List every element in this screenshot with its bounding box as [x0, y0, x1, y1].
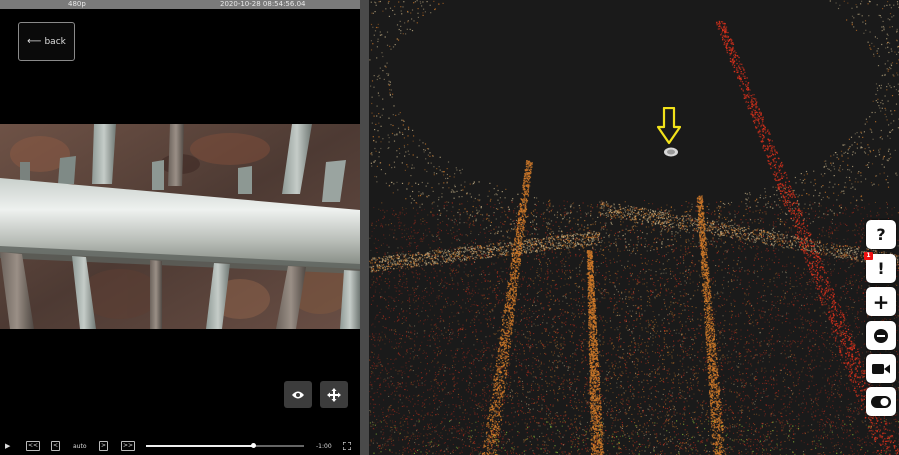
- video-camera-icon: [872, 363, 890, 374]
- seek-handle[interactable]: [250, 443, 256, 448]
- pointcloud-viewer[interactable]: [369, 0, 899, 455]
- video-pane: 480p 2020-10-28 08:54:56.04 ⟵ back ▶ << …: [0, 0, 360, 455]
- move-button[interactable]: [320, 381, 348, 408]
- playback-controls: ▶ << < auto > >> -1:00: [0, 437, 360, 455]
- seek-progress: [146, 445, 254, 447]
- alerts-label: !: [877, 259, 885, 278]
- eye-toggle-button[interactable]: [284, 381, 312, 408]
- fullscreen-button[interactable]: [343, 441, 351, 451]
- step-back-button[interactable]: <: [51, 441, 61, 451]
- help-button[interactable]: ?: [866, 220, 896, 249]
- app-root: 480p 2020-10-28 08:54:56.04 ⟵ back ▶ << …: [0, 0, 899, 455]
- minus-circle-icon: [874, 328, 888, 343]
- timestamp-label: 2020-10-28 08:54:56.04: [220, 0, 306, 8]
- toggle-button[interactable]: [866, 387, 896, 416]
- toggle-icon: [871, 395, 891, 408]
- video-info-bar: 480p 2020-10-28 08:54:56.04: [0, 0, 360, 9]
- pointcloud-canvas[interactable]: [369, 0, 899, 455]
- time-remaining: -1:00: [316, 442, 332, 450]
- zoom-out-button[interactable]: [866, 321, 896, 350]
- alerts-button[interactable]: ! 1: [864, 252, 896, 283]
- resolution-label: 480p: [68, 0, 86, 8]
- skip-forward-button[interactable]: >>: [121, 441, 136, 451]
- skip-back-button[interactable]: <<: [26, 441, 41, 451]
- video-frame: [0, 124, 360, 329]
- seek-bar[interactable]: [146, 443, 304, 448]
- arrow-left-icon: ⟵: [27, 36, 42, 47]
- camera-button[interactable]: [866, 354, 896, 383]
- step-forward-button[interactable]: >: [99, 441, 109, 451]
- alerts-count-badge: 1: [864, 252, 873, 260]
- fullscreen-icon: [343, 442, 351, 450]
- back-button[interactable]: ⟵ back: [18, 22, 75, 61]
- back-label: back: [44, 36, 66, 47]
- eye-icon: [292, 391, 304, 398]
- quality-selector[interactable]: auto: [73, 441, 87, 451]
- play-button[interactable]: ▶: [5, 441, 10, 451]
- video-frame-image: [0, 124, 360, 329]
- pane-divider[interactable]: [360, 0, 369, 455]
- yellow-down-arrow-icon: [657, 107, 681, 145]
- zoom-in-button[interactable]: +: [866, 287, 896, 316]
- camera-position-marker[interactable]: [662, 146, 680, 158]
- move-arrows-icon: [327, 387, 341, 402]
